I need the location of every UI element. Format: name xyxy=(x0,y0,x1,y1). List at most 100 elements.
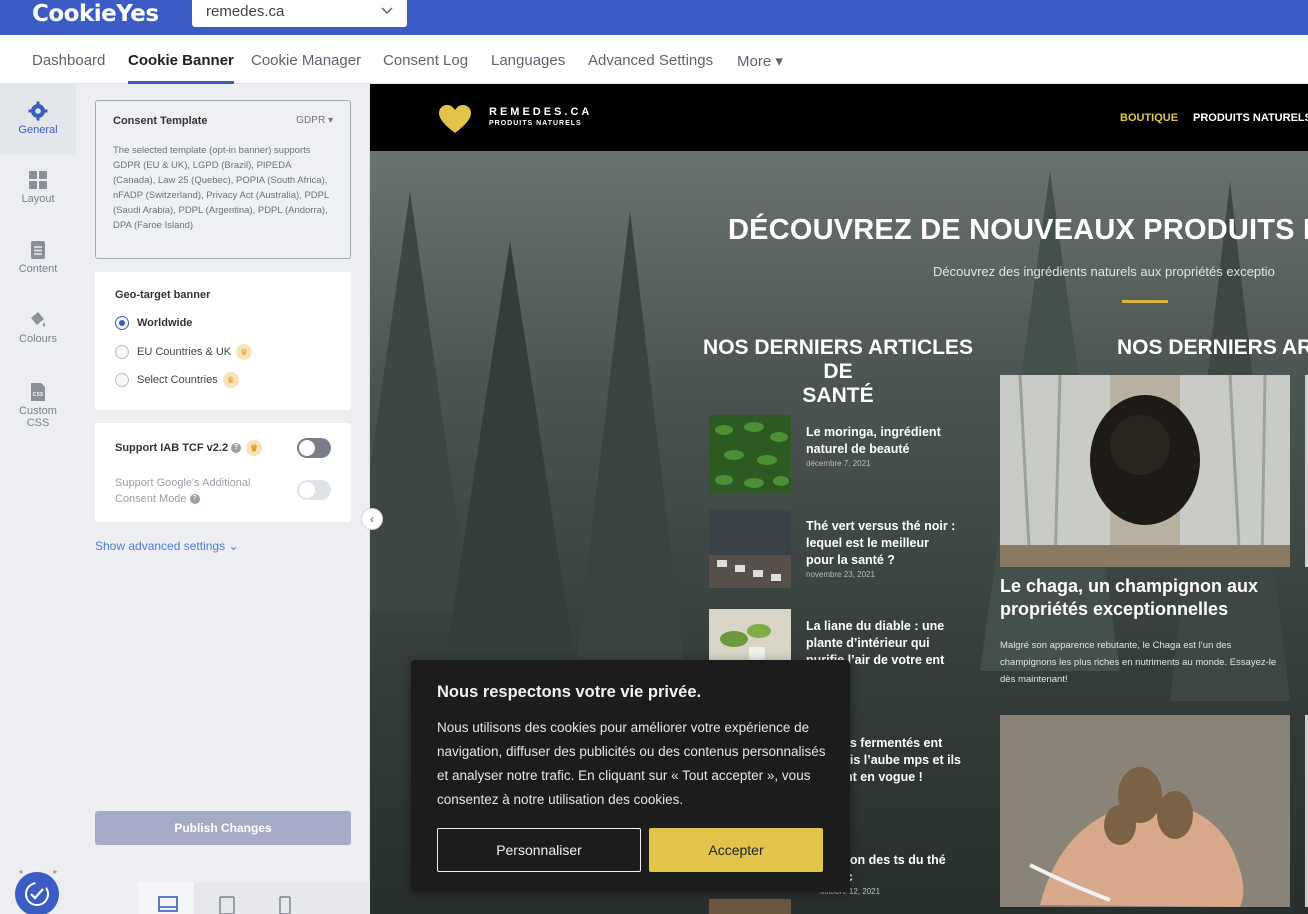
google-consent-toggle[interactable] xyxy=(297,480,331,500)
rail-item-label: Content xyxy=(18,263,58,275)
preview-tagline: PRODUITS NATURELS xyxy=(489,120,582,127)
rail-item-layout[interactable]: Layout xyxy=(0,170,76,220)
consent-template-dropdown[interactable]: GDPR ▾ xyxy=(296,115,333,126)
article-item[interactable]: Thé vert versus thé noir : lequel est le… xyxy=(806,518,956,581)
cookie-banner-title: Nous respectons votre vie privée. xyxy=(437,683,702,701)
section-title-right: NOS DERNIERS ART xyxy=(1117,336,1308,359)
chevron-down-icon: ⌄ xyxy=(228,539,239,553)
article-date: novembre 23, 2021 xyxy=(806,570,875,579)
tab-more[interactable]: More ▾ xyxy=(737,52,783,84)
site-selector-value: remedes.ca xyxy=(206,3,285,20)
tree-shape xyxy=(570,211,690,711)
help-widget-button[interactable] xyxy=(15,872,59,914)
google-label-row: Support Google's Additional Consent Mode… xyxy=(115,475,285,507)
radio-label: Worldwide xyxy=(137,317,193,329)
tab-dashboard[interactable]: Dashboard xyxy=(32,52,105,84)
article-thumbnail[interactable] xyxy=(709,510,791,588)
caret-down-icon: ▾ xyxy=(327,115,333,126)
document-icon xyxy=(31,241,45,259)
device-preview-bar xyxy=(138,882,370,914)
radio-select-countries[interactable]: Select Countries ♛ xyxy=(115,372,239,388)
crown-icon: ♛ xyxy=(222,372,239,388)
featured-article-description: Malgré son apparence rebutante, le Chaga… xyxy=(1000,640,1277,685)
article-item[interactable]: Le moringa, ingrédient naturel de beauté… xyxy=(806,424,956,470)
paint-bucket-icon xyxy=(31,312,45,327)
rail-item-content[interactable]: Content xyxy=(0,240,76,290)
featured-article-title[interactable]: Le chaga, un champignon aux propriétés e… xyxy=(1000,575,1290,621)
geo-target-title: Geo-target banner xyxy=(115,289,211,301)
help-assistant-icon xyxy=(25,882,49,906)
mobile-preview-button[interactable] xyxy=(256,882,312,914)
radio-worldwide[interactable]: Worldwide xyxy=(115,316,192,330)
heart-logo-icon xyxy=(439,105,471,133)
radio-dot xyxy=(115,316,129,330)
iab-toggle[interactable] xyxy=(297,438,331,458)
featured-article-image[interactable] xyxy=(1000,715,1290,907)
desktop-icon xyxy=(158,896,178,912)
tab-cookie-banner[interactable]: Cookie Banner xyxy=(128,52,234,84)
cookie-banner-body: Nous utilisons des cookies pour améliore… xyxy=(437,720,826,807)
article-thumbnail[interactable] xyxy=(709,415,791,493)
rail-item-general[interactable]: General xyxy=(0,84,76,154)
hero-divider xyxy=(1122,300,1168,303)
top-bar: CookieYes remedes.ca xyxy=(0,0,1308,35)
consent-template-card[interactable]: Consent Template GDPR ▾ The selected tem… xyxy=(95,100,351,259)
article-thumbnail[interactable] xyxy=(709,899,791,914)
chevron-left-icon: ‹ xyxy=(370,512,374,526)
settings-panel: Consent Template GDPR ▾ The selected tem… xyxy=(76,84,370,914)
help-icon[interactable]: ? xyxy=(231,443,242,453)
radio-dot xyxy=(115,345,129,359)
cookieyes-logo[interactable]: CookieYes xyxy=(32,1,159,27)
iab-card: Support IAB TCF v2.2? ♛ Support Google's … xyxy=(95,423,351,522)
collapse-panel-button[interactable]: ‹ xyxy=(361,508,383,530)
rail-item-label: Custom CSS xyxy=(19,405,57,429)
iab-label: Support IAB TCF v2.2 xyxy=(115,441,229,454)
tablet-preview-button[interactable] xyxy=(198,882,254,914)
radio-dot xyxy=(115,373,129,387)
preview-nav-produits[interactable]: PRODUITS NATURELS xyxy=(1193,112,1308,124)
tab-languages[interactable]: Languages xyxy=(491,52,565,84)
accept-button[interactable]: Accepter xyxy=(649,828,823,872)
gear-icon xyxy=(28,101,48,121)
show-advanced-settings-link[interactable]: Show advanced settings ⌄ xyxy=(95,539,239,553)
settings-rail: General Layout Content Colours CSS Custo… xyxy=(0,84,76,914)
advanced-link-label: Show advanced settings xyxy=(95,539,226,553)
article-title: Thé vert versus thé noir : lequel est le… xyxy=(806,519,956,567)
crown-icon: ♛ xyxy=(236,344,253,360)
rail-item-custom-css[interactable]: CSS Custom CSS xyxy=(0,382,76,432)
geo-target-card: Geo-target banner Worldwide EU Countries… xyxy=(95,272,351,410)
article-date: décembre 7, 2021 xyxy=(806,459,871,468)
hero-subtitle: Découvrez des ingrédients naturels aux p… xyxy=(933,264,1275,279)
cookie-consent-banner: Nous respectons votre vie privée. Nous u… xyxy=(411,660,850,892)
consent-template-description: The selected template (opt-in banner) su… xyxy=(113,145,329,231)
chevron-down-icon xyxy=(381,7,393,15)
featured-article-image[interactable] xyxy=(1000,375,1290,567)
tab-advanced-settings[interactable]: Advanced Settings xyxy=(588,52,713,84)
radio-eu-countries[interactable]: EU Countries & UK ♛ xyxy=(115,344,253,360)
rail-item-label: General xyxy=(18,124,58,136)
article-title: Le moringa, ingrédient naturel de beauté xyxy=(806,425,941,456)
rail-item-colours[interactable]: Colours xyxy=(0,310,76,360)
radio-label: EU Countries & UK xyxy=(137,346,232,358)
tab-consent-log[interactable]: Consent Log xyxy=(383,52,468,84)
consent-template-title: Consent Template xyxy=(113,115,208,127)
preview-nav-boutique[interactable]: BOUTIQUE xyxy=(1120,112,1178,124)
mobile-icon xyxy=(279,896,291,914)
consent-template-value: GDPR xyxy=(296,115,326,126)
preview-site-header: REMEDES.CA PRODUITS NATURELS BOUTIQUE PR… xyxy=(370,84,1308,151)
tablet-icon xyxy=(219,896,235,914)
grid-icon xyxy=(29,171,47,189)
desktop-preview-button[interactable] xyxy=(138,882,194,914)
publish-changes-button[interactable]: Publish Changes xyxy=(95,811,351,845)
tab-cookie-manager[interactable]: Cookie Manager xyxy=(251,52,361,84)
customize-button[interactable]: Personnaliser xyxy=(437,828,641,872)
crown-icon: ♛ xyxy=(246,440,263,456)
css-file-icon: CSS xyxy=(31,383,45,401)
site-selector[interactable]: remedes.ca xyxy=(192,0,407,27)
hero-title: DÉCOUVREZ DE NOUVEAUX PRODUITS DE xyxy=(728,214,1308,246)
help-icon[interactable]: ? xyxy=(189,494,200,505)
section-title-left: NOS DERNIERS ARTICLES DE SANTÉ xyxy=(703,336,973,407)
iab-label-row: Support IAB TCF v2.2? ♛ xyxy=(115,440,263,456)
preview-brand[interactable]: REMEDES.CA xyxy=(489,106,592,118)
google-consent-label: Support Google's Additional Consent Mode xyxy=(115,477,251,505)
